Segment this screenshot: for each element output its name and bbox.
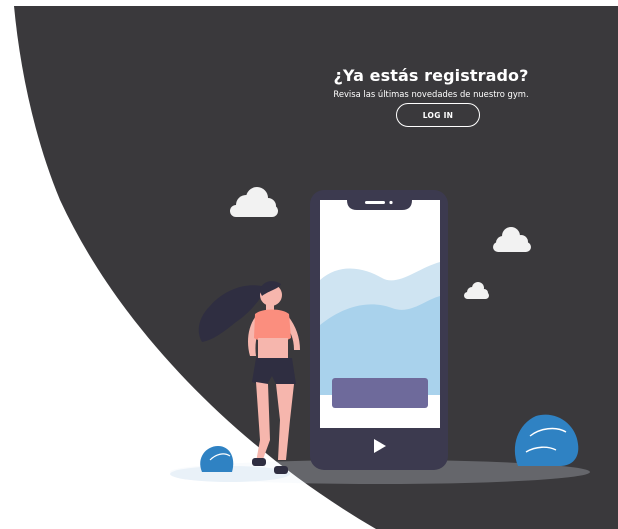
panel-title: ¿Ya estás registrado? — [333, 66, 529, 86]
panel-subtitle: Revisa las últimas novedades de nuestro … — [333, 89, 529, 100]
phone-illustration — [310, 190, 448, 470]
login-button[interactable]: LOG IN — [396, 103, 480, 127]
bush-icon — [200, 446, 234, 472]
